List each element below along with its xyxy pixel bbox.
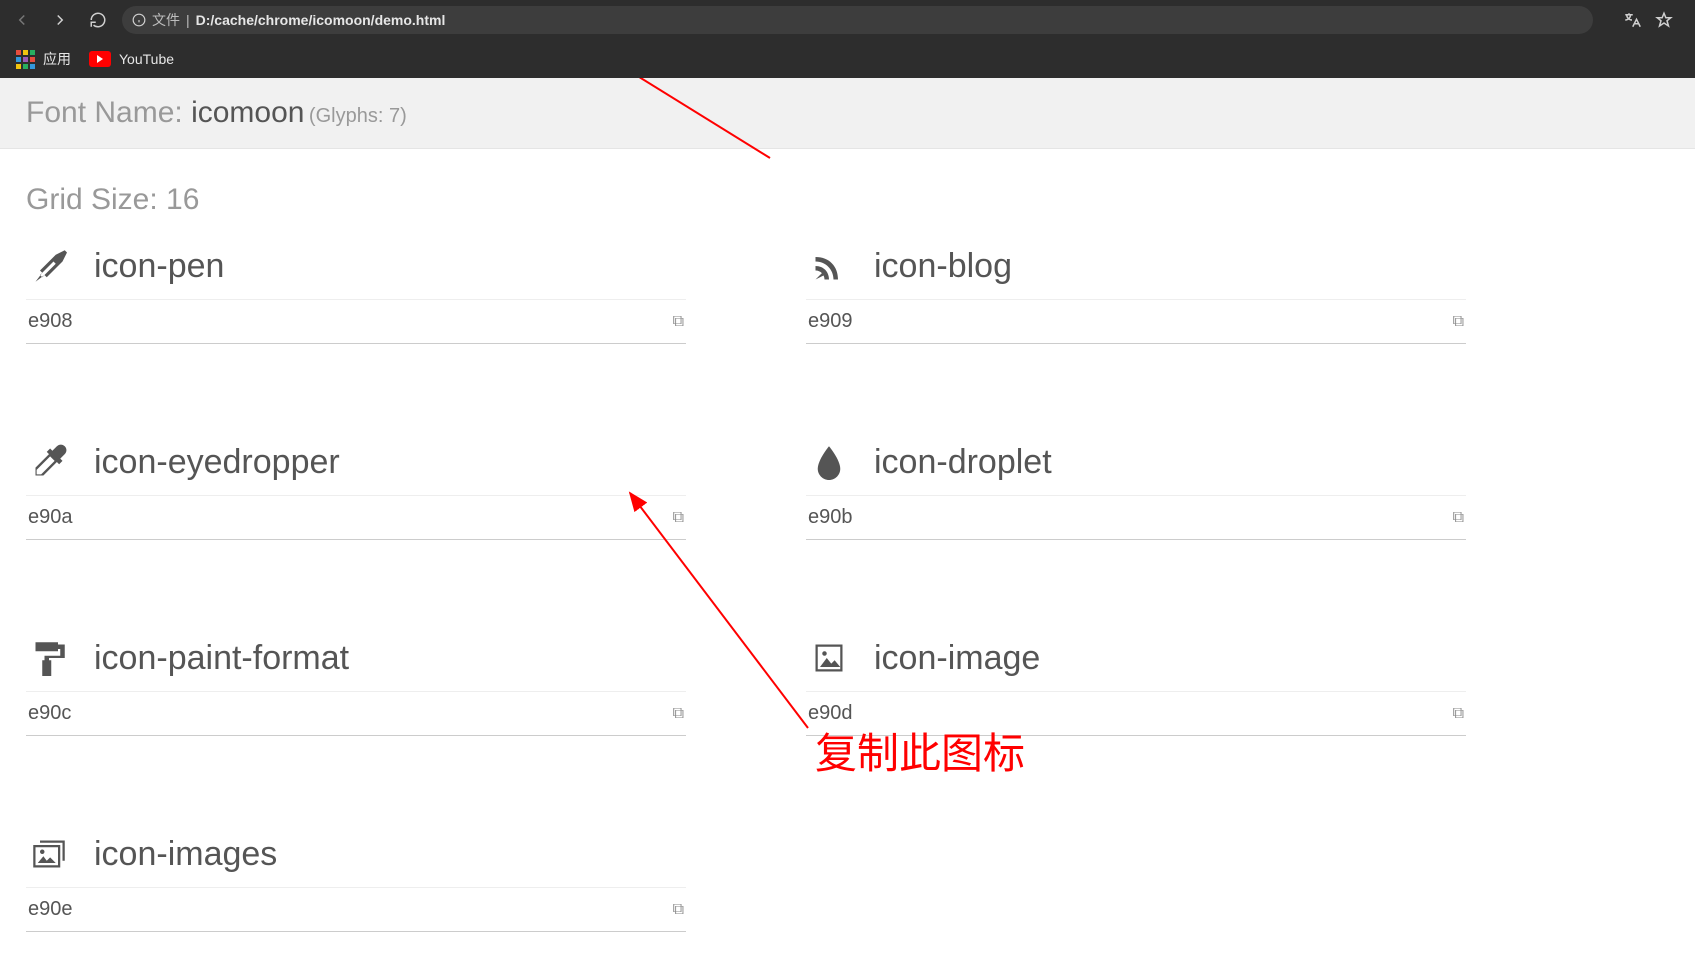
blog-icon [806,243,852,289]
pen-icon [26,243,72,289]
address-separator: | [186,12,190,28]
copy-glyph-icon: ⧉ [1453,509,1464,527]
paint-format-icon [26,635,72,681]
annotation-text: 复制此图标 [815,720,1025,781]
bookmarks-bar: 应用 YouTube [0,40,1695,78]
code-row[interactable]: e909 ⧉ [806,299,1466,344]
bookmark-apps-label: 应用 [43,49,71,69]
glyph-paint-format: icon-paint-format e90c ⧉ [26,635,686,736]
nav-row: 文件 | D:/cache/chrome/icomoon/demo.html [0,0,1695,40]
glyph-code: e90c [28,702,71,725]
glyph-pen: icon-pen e908 ⧉ [26,243,686,344]
translate-icon[interactable] [1623,11,1641,29]
bookmark-youtube-label: YouTube [119,51,174,67]
glyph-name[interactable]: icon-pen [94,247,224,286]
copy-glyph-icon: ⧉ [673,705,684,723]
font-name-value: icomoon [191,96,304,129]
glyph-code: e90e [28,898,73,921]
code-row[interactable]: e90a ⧉ [26,495,686,540]
address-bar[interactable]: 文件 | D:/cache/chrome/icomoon/demo.html [122,6,1593,34]
copy-glyph-icon: ⧉ [673,313,684,331]
address-prefix: 文件 [152,10,180,30]
glyph-name[interactable]: icon-droplet [874,443,1052,482]
glyph-name[interactable]: icon-blog [874,247,1012,286]
glyph-name[interactable]: icon-image [874,639,1040,678]
glyph-blog: icon-blog e909 ⧉ [806,243,1466,344]
glyph-droplet: icon-droplet e90b ⧉ [806,439,1466,540]
glyph-images: icon-images e90e ⧉ [26,831,686,932]
content: Grid Size: 16 icon-pen e908 ⧉ icon-blog [0,149,1695,952]
glyph-grid: icon-pen e908 ⧉ icon-blog e909 ⧉ [26,243,1669,932]
address-url: D:/cache/chrome/icomoon/demo.html [196,12,446,28]
apps-grid-icon [16,50,35,69]
youtube-icon [89,51,111,67]
forward-button[interactable] [46,6,74,34]
glyph-code: e908 [28,310,73,333]
glyph-code: e909 [808,310,853,333]
glyph-name[interactable]: icon-images [94,835,277,874]
page: Font Name: icomoon (Glyphs: 7) Grid Size… [0,78,1695,952]
star-icon[interactable] [1655,11,1673,29]
chrome-right-icons [1623,11,1687,29]
image-icon [806,635,852,681]
bookmark-apps[interactable]: 应用 [16,49,71,69]
eyedropper-icon [26,439,72,485]
reload-button[interactable] [84,6,112,34]
glyph-name[interactable]: icon-paint-format [94,639,349,678]
copy-glyph-icon: ⧉ [1453,313,1464,331]
page-header: Font Name: icomoon (Glyphs: 7) [0,78,1695,149]
code-row[interactable]: e90c ⧉ [26,691,686,736]
images-icon [26,831,72,877]
font-name-label: Font Name: [26,96,191,129]
droplet-icon [806,439,852,485]
bookmark-youtube[interactable]: YouTube [89,51,174,67]
copy-glyph-icon: ⧉ [1453,705,1464,723]
glyph-code: e90a [28,506,73,529]
back-button[interactable] [8,6,36,34]
info-icon [132,13,146,27]
browser-chrome: 文件 | D:/cache/chrome/icomoon/demo.html 应… [0,0,1695,78]
glyph-code: e90b [808,506,853,529]
grid-size-label: Grid Size: 16 [26,183,1669,217]
code-row[interactable]: e908 ⧉ [26,299,686,344]
copy-glyph-icon: ⧉ [673,901,684,919]
copy-glyph-icon: ⧉ [673,509,684,527]
code-row[interactable]: e90e ⧉ [26,887,686,932]
glyph-name[interactable]: icon-eyedropper [94,443,340,482]
glyphs-count: (Glyphs: 7) [309,105,407,127]
glyph-eyedropper: icon-eyedropper e90a ⧉ [26,439,686,540]
code-row[interactable]: e90b ⧉ [806,495,1466,540]
